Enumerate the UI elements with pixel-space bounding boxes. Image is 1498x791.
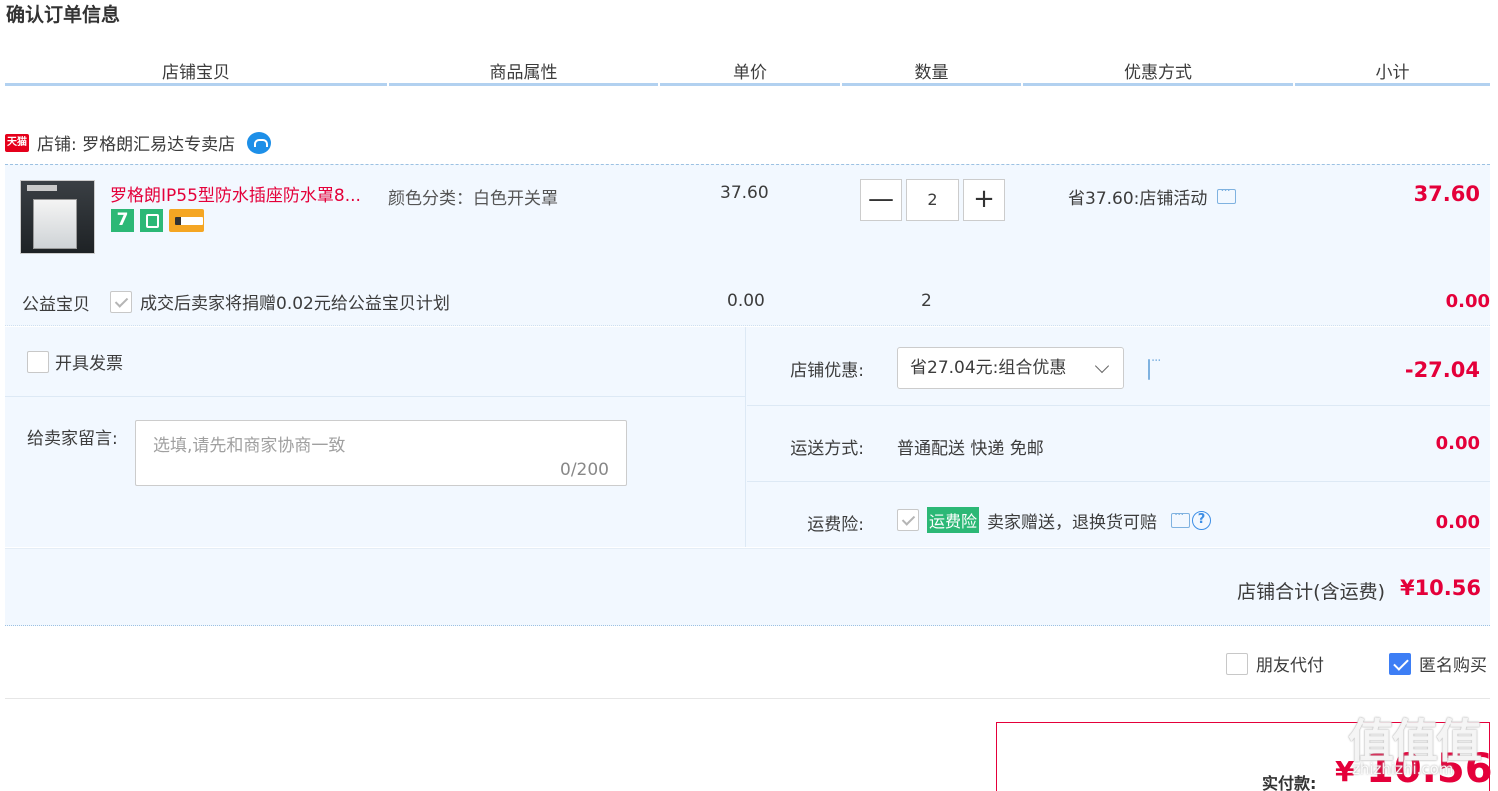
divider	[747, 481, 1490, 482]
col-header-shop-item: 店铺宝贝	[5, 58, 387, 86]
chevron-down-icon	[1094, 358, 1110, 374]
friend-pay-checkbox[interactable]	[1226, 652, 1248, 675]
quantity-decrease-button[interactable]: —	[860, 179, 902, 221]
shop-name[interactable]: 店铺: 罗格朗汇易达专卖店	[37, 130, 235, 155]
anonymous-checkbox[interactable]	[1389, 652, 1411, 675]
discount-comment-icon[interactable]	[1148, 359, 1150, 380]
col-header-subtotal: 小计	[1295, 58, 1490, 86]
promo-comment-icon[interactable]	[1217, 184, 1237, 204]
charity-subtotal: 0.00	[1445, 291, 1490, 312]
product-title-link[interactable]: 罗格朗IP55型防水插座防水罩8...	[110, 181, 380, 206]
divider	[747, 405, 1490, 406]
shop-total-label: 店铺合计(含运费)	[1237, 581, 1385, 603]
anonymous-option: 匿名购买	[1389, 651, 1487, 676]
message-placeholder: 选填,请先和商家协商一致	[153, 436, 346, 456]
charity-label: 公益宝贝	[22, 295, 90, 315]
insurance-checkbox[interactable]	[897, 509, 919, 531]
charity-checkbox[interactable]	[110, 290, 132, 313]
page-title: 确认订单信息	[6, 4, 121, 26]
service-badges: 7	[111, 209, 204, 232]
insurance-badge: 运费险	[927, 507, 980, 533]
watermark-url: zhizhizhi.com	[1352, 760, 1454, 778]
charity-text: 成交后卖家将捐赠0.02元给公益宝贝计划	[140, 294, 450, 314]
product-attribute: 颜色分类：白色开关罩	[388, 189, 558, 209]
quantity-input[interactable]: 2	[906, 179, 959, 221]
insurance-label: 运费险:	[807, 515, 864, 535]
charity-quantity: 2	[921, 291, 932, 311]
shop-total-amount: ¥10.56	[1399, 576, 1481, 600]
shipping-label: 运送方式:	[790, 439, 864, 459]
tmall-icon: 天猫	[5, 133, 29, 152]
seven-day-return-icon[interactable]: 7	[111, 209, 134, 232]
credit-card-icon[interactable]	[169, 209, 204, 232]
shop-discount-label: 店铺优惠:	[790, 361, 864, 381]
shop-row: 天猫 店铺: 罗格朗汇易达专卖店	[5, 130, 272, 155]
shop-discount-select[interactable]: 省27.04元:组合优惠	[897, 347, 1124, 389]
col-header-attributes: 商品属性	[389, 58, 658, 86]
invoice-checkbox[interactable]	[27, 350, 49, 373]
shipping-insurance: 运费险 卖家赠送，退换货可赔 ?	[897, 507, 1212, 533]
item-promo: 省37.60:店铺活动	[1068, 184, 1237, 209]
insurance-text: 卖家赠送，退换货可赔	[987, 512, 1158, 533]
charity-price: 0.00	[727, 291, 765, 311]
insurance-amount: 0.00	[1435, 512, 1480, 533]
message-label: 给卖家留言:	[27, 429, 118, 449]
help-icon[interactable]: ?	[1192, 510, 1212, 530]
friend-pay-option: 朋友代付	[1226, 651, 1324, 676]
product-thumbnail[interactable]	[20, 180, 95, 254]
charity-option: 成交后卖家将捐赠0.02元给公益宝贝计划	[110, 289, 450, 314]
shop-discount-selected: 省27.04元:组合优惠	[910, 358, 1067, 378]
wangwang-chat-icon[interactable]	[247, 131, 272, 154]
invoice-option: 开具发票	[27, 349, 123, 374]
shipping-method: 普通配送 快递 免邮	[897, 439, 1044, 459]
invoice-label[interactable]: 开具发票	[55, 349, 123, 374]
shop-discount-amount: -27.04	[1404, 358, 1480, 382]
divider	[5, 396, 746, 397]
item-promo-text: 省37.60:店铺活动	[1068, 189, 1208, 209]
item-subtotal: 37.60	[1413, 182, 1480, 206]
col-header-discount: 优惠方式	[1023, 58, 1293, 86]
insurance-comment-icon[interactable]	[1171, 508, 1191, 528]
col-header-unit-price: 单价	[660, 58, 840, 86]
quantity-stepper: — 2 +	[860, 179, 1005, 221]
friend-pay-label[interactable]: 朋友代付	[1256, 651, 1324, 676]
payment-label: 实付款:	[1262, 774, 1317, 791]
anonymous-label[interactable]: 匿名购买	[1419, 651, 1487, 676]
unit-price: 37.60	[720, 183, 769, 203]
brand-guarantee-icon[interactable]	[140, 209, 163, 232]
message-char-counter: 0/200	[560, 460, 609, 480]
quantity-increase-button[interactable]: +	[963, 179, 1005, 221]
divider	[5, 698, 1490, 699]
col-header-quantity: 数量	[842, 58, 1021, 86]
shipping-amount: 0.00	[1435, 433, 1480, 454]
